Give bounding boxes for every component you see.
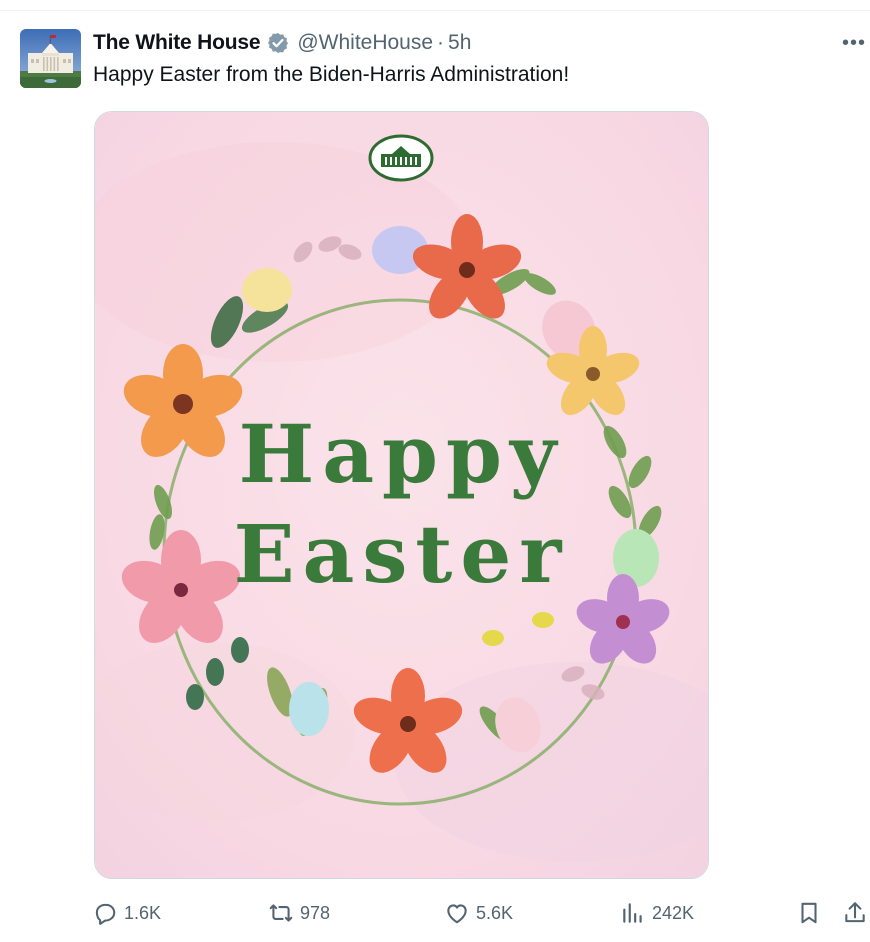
top-divider — [0, 10, 870, 11]
reply-button[interactable]: 1.6K — [92, 896, 161, 930]
tweet-header: The White House @WhiteHouse · 5h — [93, 30, 471, 56]
more-icon[interactable]: ••• — [840, 30, 868, 56]
views-count: 242K — [652, 902, 695, 923]
bookmark-icon — [801, 902, 817, 924]
reply-icon — [95, 903, 116, 925]
timestamp[interactable]: 5h — [448, 31, 471, 55]
bookmark-button[interactable] — [796, 896, 822, 930]
views-button[interactable]: 242K — [620, 896, 694, 930]
white-house-logo — [368, 134, 434, 182]
heart-icon — [447, 904, 467, 924]
share-button[interactable] — [842, 896, 868, 930]
verified-badge-icon[interactable] — [267, 32, 289, 54]
author-name[interactable]: The White House — [93, 31, 261, 55]
repost-icon — [269, 904, 293, 922]
card-title-happy: Happy — [238, 407, 565, 501]
author-handle[interactable]: @WhiteHouse — [297, 31, 433, 55]
like-count: 5.6K — [476, 902, 514, 923]
like-button[interactable]: 5.6K — [444, 896, 513, 930]
repost-count: 978 — [300, 902, 331, 923]
tweet-text: Happy Easter from the Biden-Harris Admin… — [93, 63, 570, 86]
separator-dot: · — [437, 31, 445, 54]
avatar[interactable] — [20, 29, 81, 88]
tweet-media-image[interactable]: Happy Easter — [94, 111, 709, 879]
share-icon — [845, 902, 865, 923]
tweet-actions: 1.6K 978 5.6K 242K — [0, 896, 870, 930]
reply-count: 1.6K — [124, 902, 162, 923]
repost-button[interactable]: 978 — [268, 896, 330, 930]
white-house-avatar-image — [20, 29, 81, 88]
views-icon — [623, 903, 642, 923]
card-title-easter: Easter — [233, 507, 570, 601]
